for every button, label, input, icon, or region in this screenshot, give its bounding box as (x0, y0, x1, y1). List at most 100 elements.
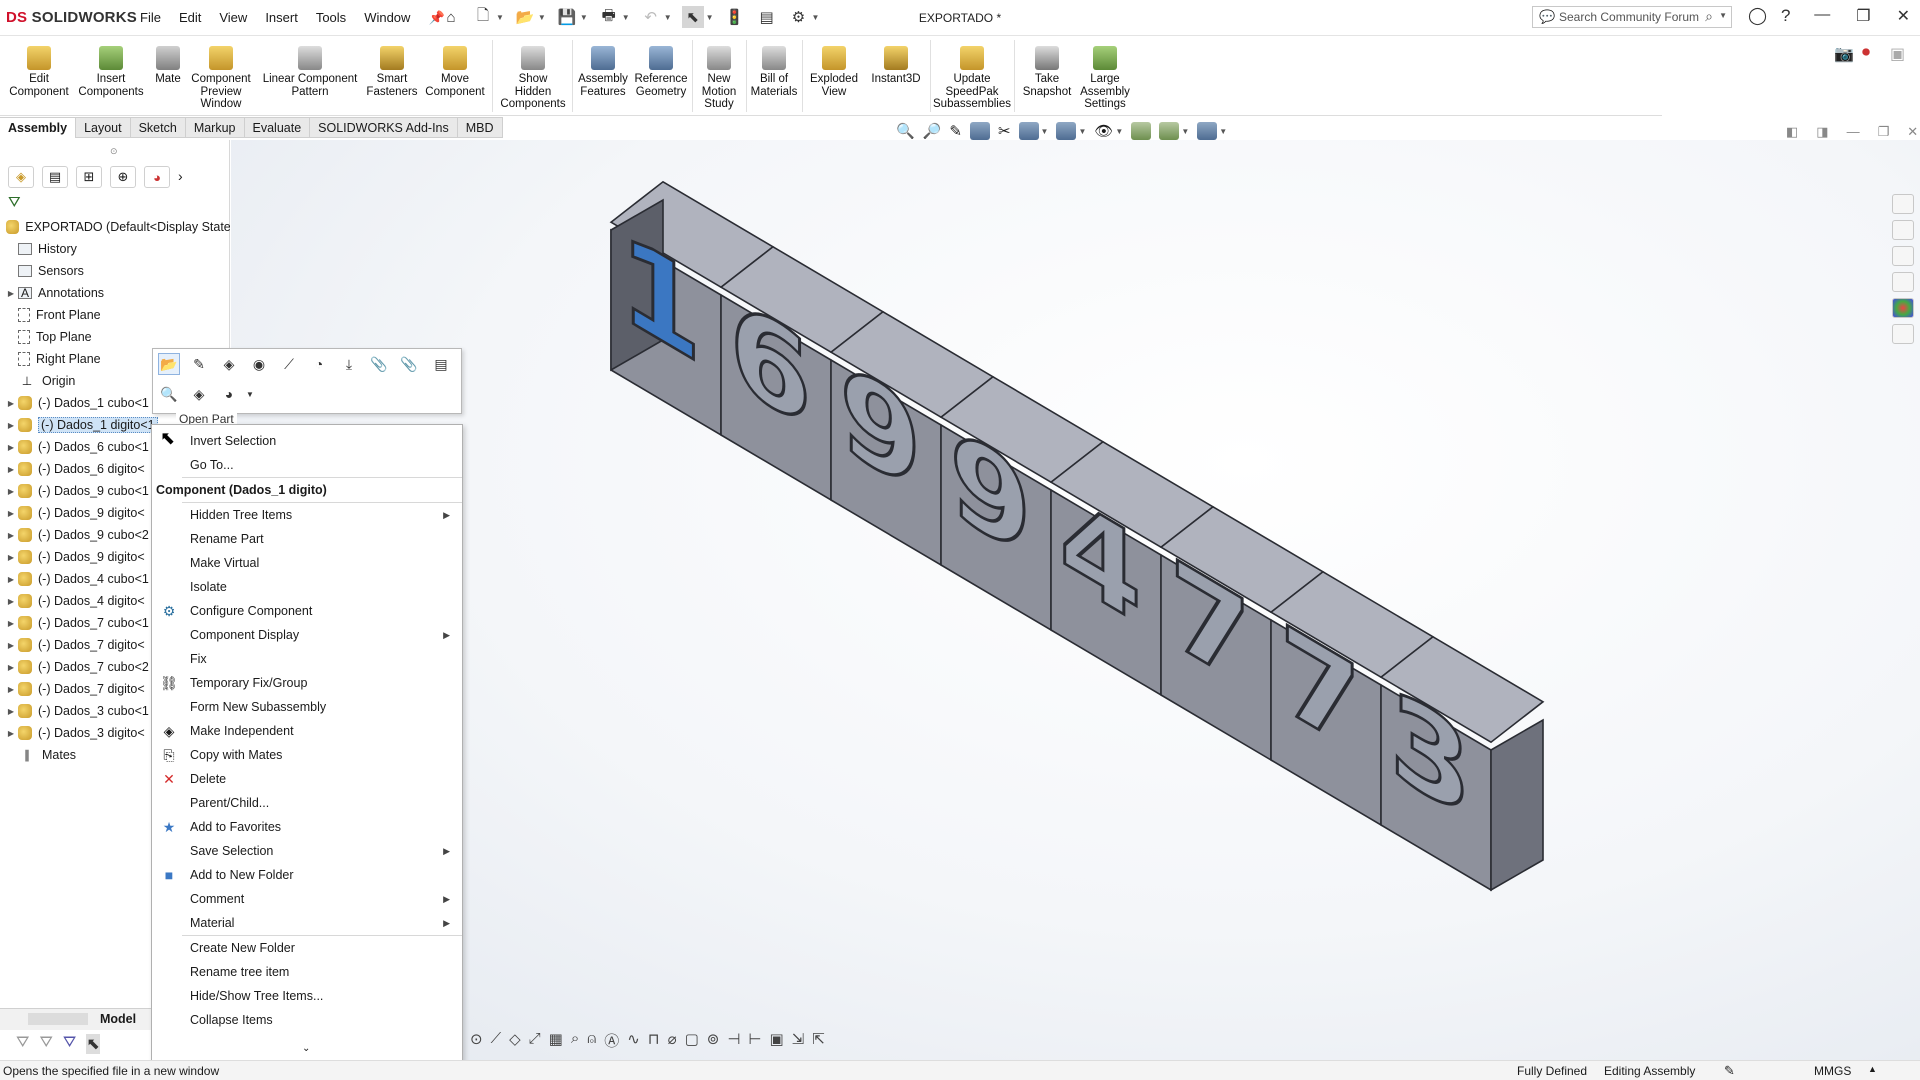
expand-arrow-icon[interactable]: ▶ (4, 421, 18, 430)
chevron-down-icon[interactable]: ▼ (664, 13, 672, 22)
menu-item[interactable]: Create New Folder (152, 936, 462, 960)
component-preview-button[interactable]: Component Preview Window (188, 46, 254, 111)
save-icon[interactable]: 💾 (556, 6, 578, 28)
hide-show-items-icon[interactable]: 👁 (1094, 122, 1113, 140)
chevron-right-icon[interactable]: › (178, 166, 183, 188)
chevron-down-icon[interactable]: ▼ (1115, 127, 1123, 136)
chevron-down-icon[interactable]: ▼ (580, 13, 588, 22)
expand-arrow-icon[interactable]: ▶ (4, 531, 18, 540)
rebuild-status-icon[interactable]: ✎ (1724, 1063, 1735, 1079)
select-plane-icon[interactable]: ▦ (549, 1030, 563, 1051)
select-hole-icon[interactable]: ⊓ (648, 1030, 660, 1051)
configuration-tab-icon[interactable]: ⊞ (76, 166, 102, 188)
menu-item[interactable]: Form New Subassembly (152, 695, 462, 719)
select-point-icon[interactable]: ⍝ (587, 1030, 596, 1051)
expand-arrow-icon[interactable]: ▶ (4, 289, 18, 298)
bill-of-materials-button[interactable]: Bill of Materials (748, 46, 800, 98)
tab-assembly[interactable]: Assembly (0, 117, 77, 138)
dimxpert-tab-icon[interactable]: ⊕ (110, 166, 136, 188)
chevron-down-icon[interactable]: ▼ (538, 13, 546, 22)
select-edge-icon[interactable]: ⟋ (491, 1030, 502, 1051)
expand-arrow-icon[interactable]: ▶ (4, 465, 18, 474)
apply-scene-icon[interactable] (1159, 122, 1180, 140)
menu-item[interactable]: Make Virtual (152, 551, 462, 575)
select-icon[interactable]: ⬉ (86, 1034, 100, 1054)
appearances-icon[interactable] (1892, 298, 1914, 318)
tree-item[interactable]: History (0, 238, 230, 260)
component-properties-icon[interactable]: ◈ (188, 383, 210, 405)
resources-icon[interactable] (1892, 220, 1914, 240)
select-reference-icon[interactable]: ⇲ (792, 1030, 805, 1051)
insert-components-button[interactable]: Insert Components (76, 46, 146, 98)
tree-item[interactable]: Front Plane (0, 304, 230, 326)
expand-arrow-icon[interactable]: ▶ (4, 553, 18, 562)
chevron-down-icon[interactable]: ▼ (1078, 127, 1086, 136)
search-icon[interactable]: ⌕ (1705, 8, 1713, 25)
filter-icon[interactable]: ⛛ (39, 1034, 52, 1054)
menu-window[interactable]: Window (364, 10, 410, 26)
chevron-down-icon[interactable]: ▼ (812, 13, 820, 22)
menu-item[interactable]: Rename tree item (152, 960, 462, 984)
exploded-view-button[interactable]: Exploded View (804, 46, 864, 98)
menu-item[interactable]: ✕ Delete (152, 767, 462, 791)
take-snapshot-button[interactable]: Take Snapshot (1016, 46, 1078, 98)
select-weld-icon[interactable]: ⌀ (668, 1030, 677, 1051)
expand-arrow-icon[interactable]: ▶ (4, 729, 18, 738)
home-icon[interactable]: ⌂ (440, 6, 462, 28)
menu-item[interactable]: ◈ Make Independent (152, 719, 462, 743)
expand-arrow-icon[interactable]: ▶ (4, 487, 18, 496)
zoom-to-selection-icon[interactable]: 🔍 (158, 383, 180, 405)
zoom-area-icon[interactable]: 🔎 (923, 122, 942, 140)
help-icon[interactable]: ? (1781, 6, 1790, 26)
chevron-down-icon[interactable]: ▼ (1219, 127, 1227, 136)
tab-scroll[interactable] (28, 1013, 88, 1025)
expand-arrow-icon[interactable]: ▶ (4, 509, 18, 518)
restore-icon[interactable]: ❐ (1856, 6, 1870, 26)
feature-tree-tab-icon[interactable]: ◈ (8, 166, 34, 188)
tab-layout[interactable]: Layout (76, 117, 131, 138)
smart-fasteners-button[interactable]: Smart Fasteners (364, 46, 420, 98)
close-icon[interactable]: ✕ (1907, 124, 1918, 140)
update-speedpak-button[interactable]: Update SpeedPak Subassemblies (932, 46, 1012, 111)
appearance-icon[interactable]: ◕ (218, 383, 240, 405)
undo-icon[interactable]: ↶ (640, 6, 662, 28)
chevron-down-icon[interactable]: ▼ (622, 13, 630, 22)
units-selector[interactable]: MMGS (1814, 1064, 1851, 1078)
camera-icon[interactable]: 📷 (1834, 44, 1854, 64)
expand-arrow-icon[interactable]: ▶ (4, 641, 18, 650)
menu-item[interactable]: Save Selection ▶ (152, 839, 462, 863)
menu-item[interactable]: Fix (152, 647, 462, 671)
select-face-icon[interactable]: ◇ (509, 1030, 521, 1051)
block-end-face[interactable] (1490, 718, 1544, 892)
select-datum-icon[interactable]: ⊢ (748, 1030, 761, 1051)
expand-arrow-icon[interactable]: ▶ (4, 443, 18, 452)
chevron-down-icon[interactable]: ▼ (1719, 11, 1727, 20)
menu-item[interactable]: Component Display ▶ (152, 623, 462, 647)
tab-markup[interactable]: Markup (185, 117, 245, 138)
menu-item[interactable]: ■ Add to New Folder (152, 863, 462, 887)
menu-item[interactable]: ★ Add to Favorites (152, 815, 462, 839)
chevron-down-icon[interactable]: ▼ (239, 383, 261, 405)
menu-item[interactable]: Collapse Items (152, 1008, 462, 1032)
expand-arrow-icon[interactable]: ▶ (4, 707, 18, 716)
view-palette-icon[interactable] (1892, 272, 1914, 292)
view-settings-icon[interactable] (1197, 122, 1218, 140)
select-sketch-icon[interactable]: ⌕ (571, 1030, 579, 1051)
tab-evaluate[interactable]: Evaluate (244, 117, 311, 138)
restore-icon[interactable]: ❐ (1878, 124, 1890, 140)
menu-item[interactable]: Isolate (152, 575, 462, 599)
expand-arrow-icon[interactable]: ▶ (4, 575, 18, 584)
minimize-icon[interactable]: — (1847, 124, 1860, 140)
menu-item[interactable]: Parent/Child... (152, 791, 462, 815)
select-note-icon[interactable]: Ⓐ (604, 1030, 619, 1051)
open-part-icon[interactable]: 📂 (158, 353, 180, 375)
edit-part-icon[interactable]: ✎ (188, 353, 210, 375)
chevron-down-icon[interactable]: ▼ (706, 13, 714, 22)
previous-view-icon[interactable]: ✎ (949, 122, 962, 140)
filter-icon[interactable]: ⛛ (8, 194, 21, 211)
menu-item[interactable]: ⛓ Temporary Fix/Group (152, 671, 462, 695)
menu-item[interactable]: Invert Selection (152, 429, 462, 453)
close-icon[interactable]: ✕ (1897, 6, 1910, 26)
menu-item[interactable]: Hide/Show Tree Items... (152, 984, 462, 1008)
new-document-icon[interactable]: 🗋 (472, 6, 494, 28)
